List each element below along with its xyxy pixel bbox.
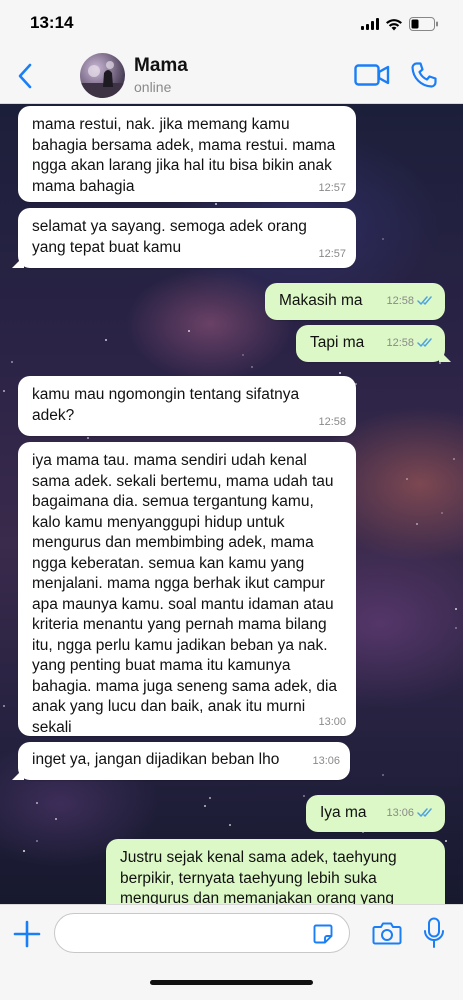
avatar[interactable] [80,53,125,98]
message-incoming[interactable]: selamat ya sayang. semoga adek orang yan… [12,208,356,268]
message-text: iya mama tau. mama sendiri udah kenal sa… [32,452,338,736]
double-check-icon [417,338,432,347]
message-incoming[interactable]: kamu mau ngomongin tentang sifatnya adek… [18,376,356,436]
plus-icon[interactable] [12,919,42,949]
chevron-left-icon[interactable] [14,62,38,90]
wifi-icon [386,18,402,30]
message-text: inget ya, jangan dijadikan beban lho [32,751,280,768]
message-text: Justru sejak kenal sama adek, taehyung b… [120,849,397,904]
message-time: 13:00 [318,715,346,728]
message-outgoing[interactable]: Justru sejak kenal sama adek, taehyung b… [106,839,445,904]
battery-icon [409,17,438,31]
chat-area[interactable]: mama restui, nak. jika memang kamu bahag… [0,104,463,904]
message-incoming[interactable]: inget ya, jangan dijadikan beban lho 13:… [12,742,350,780]
message-outgoing[interactable]: Makasih ma 12:58 [265,283,445,320]
message-time: 12:58 [386,291,435,312]
chat-header: Mama online [0,48,463,104]
message-text: selamat ya sayang. semoga adek orang yan… [32,218,307,256]
double-check-icon [417,296,432,305]
contact-name[interactable]: Mama [134,55,188,77]
message-incoming[interactable]: mama restui, nak. jika memang kamu bahag… [18,106,356,202]
status-icons [361,15,439,33]
contact-status: online [134,79,172,95]
message-outgoing[interactable]: Tapi ma 12:58 [296,325,451,362]
composer-bar [0,904,463,1000]
message-time: 12:58 [318,415,346,428]
message-text: mama restui, nak. jika memang kamu bahag… [32,116,336,195]
sticker-icon[interactable] [312,923,334,945]
message-text: kamu mau ngomongin tentang sifatnya adek… [32,386,300,424]
camera-icon[interactable] [372,920,402,946]
status-time: 13:14 [30,13,74,32]
status-bar: 13:14 [0,0,463,48]
cellular-signal-icon [361,18,379,30]
message-time: 13:06 [312,754,340,767]
message-text: Tapi ma [310,334,365,351]
message-incoming[interactable]: iya mama tau. mama sendiri udah kenal sa… [18,442,356,736]
message-text: Makasih ma [279,292,363,309]
microphone-icon[interactable] [423,917,445,949]
message-time: 12:58 [386,333,435,354]
message-time: 12:57 [318,247,346,260]
double-check-icon [417,808,432,817]
message-outgoing[interactable]: Iya ma 13:06 [306,795,445,832]
home-indicator [150,980,313,985]
message-time: 13:06 [386,803,435,824]
message-input[interactable] [54,913,350,953]
phone-icon[interactable] [410,61,438,89]
message-time: 12:57 [318,181,346,194]
video-camera-icon[interactable] [354,62,390,88]
message-text: Iya ma [320,804,367,821]
